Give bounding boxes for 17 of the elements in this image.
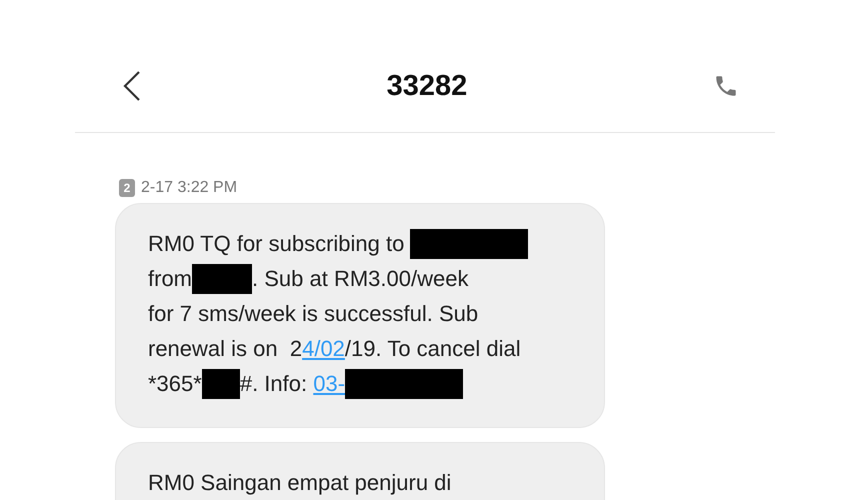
- message-text: RM0 TQ for subscribing to: [148, 230, 406, 256]
- message-text: *365*: [148, 370, 202, 396]
- contact-title: 33282: [386, 70, 468, 102]
- message-text: from: [148, 266, 192, 292]
- message-text: for 7 sms/week is successful. Sub: [148, 300, 478, 326]
- message-text: renewal is on 2: [148, 336, 302, 362]
- message-time: 2-17 3:22 PM: [141, 179, 238, 197]
- message-text: /19. To cancel dial: [344, 336, 521, 362]
- back-icon[interactable]: [123, 70, 141, 102]
- message-link[interactable]: 03-: [313, 370, 346, 396]
- message-text: #. Info:: [240, 370, 308, 396]
- redaction-block: [192, 264, 252, 294]
- sim-badge: 2: [119, 179, 135, 197]
- message-text: RM0 Saingan empat penjuru di: [148, 470, 452, 496]
- message-link[interactable]: 4/02: [302, 336, 345, 362]
- message-text: . Sub at RM3.00/week: [252, 266, 468, 292]
- redaction-block: [202, 368, 240, 398]
